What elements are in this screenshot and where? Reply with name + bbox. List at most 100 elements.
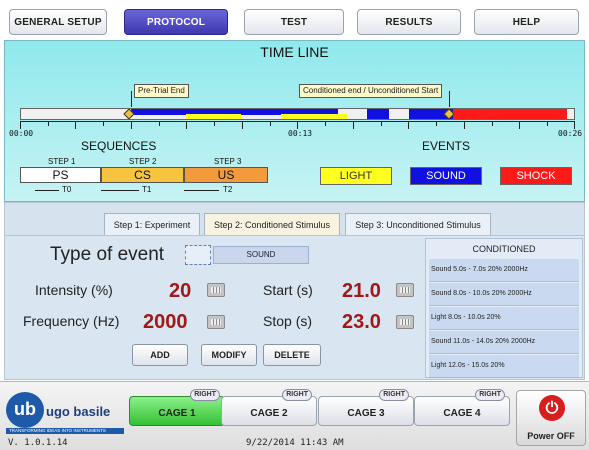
tick xyxy=(214,122,215,126)
keyboard-icon[interactable] xyxy=(207,315,225,329)
tick xyxy=(131,122,132,129)
tick xyxy=(270,122,271,126)
modify-button[interactable]: MODIFY xyxy=(201,344,257,366)
callout-pre-trial-end: Pre-Trial End xyxy=(134,84,189,98)
tab-general-setup[interactable]: GENERAL SETUP xyxy=(9,9,107,35)
sequence-us[interactable]: US xyxy=(184,167,268,183)
segment-light xyxy=(281,114,347,119)
timeline-panel: TIME LINE Pre-Trial End Conditioned end … xyxy=(4,40,585,202)
tick xyxy=(574,122,575,129)
keyboard-icon[interactable] xyxy=(396,315,414,329)
logo-mark: ub xyxy=(6,392,44,428)
callout-stem xyxy=(449,91,450,107)
tick xyxy=(547,122,548,126)
marker-t2: T2 xyxy=(223,185,233,194)
cage-3-label: CAGE 3 xyxy=(347,407,385,419)
events-title: EVENTS xyxy=(422,139,471,153)
tab-step-2[interactable]: Step 2: Conditioned Stimulus xyxy=(204,213,340,237)
cage-4-label: CAGE 4 xyxy=(443,407,481,419)
add-button[interactable]: ADD xyxy=(132,344,188,366)
callout-stem xyxy=(131,91,132,107)
tab-step-3[interactable]: Step 3: Unconditioned Stimulus xyxy=(345,213,491,237)
list-item[interactable]: Sound 8.0s - 10.0s 20% 2000Hz xyxy=(429,283,579,306)
event-type-square[interactable] xyxy=(185,245,211,265)
tick xyxy=(353,122,354,129)
sequences-title: SEQUENCES xyxy=(81,139,157,153)
tab-step-1[interactable]: Step 1: Experiment xyxy=(104,213,200,237)
event-sound[interactable]: SOUND xyxy=(410,167,482,185)
type-of-event-label: Type of event xyxy=(50,244,165,265)
event-light[interactable]: LIGHT xyxy=(320,167,392,185)
start-value[interactable]: 21.0 xyxy=(342,280,381,303)
tick xyxy=(408,122,409,129)
tick xyxy=(297,122,298,129)
callout-conditioned-end: Conditioned end / Unconditioned Start xyxy=(299,84,443,98)
list-item[interactable]: Sound 11.0s - 14.0s 20% 2000Hz xyxy=(429,331,579,354)
power-off-button[interactable]: ⏻ Power OFF xyxy=(516,390,586,446)
conditioned-header: CONDITIONED xyxy=(472,244,536,254)
arrow-t2 xyxy=(184,190,219,191)
power-off-label: Power OFF xyxy=(527,431,575,441)
intensity-label: Intensity (%) xyxy=(35,282,113,298)
tick xyxy=(20,122,21,129)
list-item[interactable]: Sound 5.0s - 7.0s 20% 2000Hz xyxy=(429,259,579,282)
cage-4-button[interactable]: CAGE 4 RIGHT xyxy=(414,389,510,426)
tick xyxy=(325,122,326,126)
power-icon: ⏻ xyxy=(539,395,565,421)
frequency-value[interactable]: 2000 xyxy=(143,311,188,334)
conditioned-list[interactable]: CONDITIONED Sound 5.0s - 7.0s 20% 2000Hz… xyxy=(425,238,583,378)
frequency-label: Frequency (Hz) xyxy=(23,313,120,329)
marker-t1: T1 xyxy=(142,185,152,194)
event-type-select[interactable]: SOUND xyxy=(213,246,309,264)
list-item[interactable]: Light 8.0s - 10.0s 20% xyxy=(429,307,579,330)
tick xyxy=(381,122,382,126)
logo-tagline: TRANSFORMING IDEAS INTO INSTRUMENTS xyxy=(6,428,124,434)
list-item[interactable]: Light 12.0s - 15.0s 20% xyxy=(429,355,579,378)
event-form-panel: Type of event SOUND Intensity (%) 20 Fre… xyxy=(4,235,585,380)
timeline-track[interactable] xyxy=(20,108,575,120)
tick xyxy=(436,122,437,126)
cage-1-label: CAGE 1 xyxy=(158,407,196,419)
version-label: V. 1.0.1.14 xyxy=(8,438,68,448)
logo-text: ugo basile xyxy=(46,404,111,419)
tick xyxy=(519,122,520,129)
tab-help[interactable]: HELP xyxy=(474,9,579,35)
segment-shock xyxy=(453,109,567,119)
keyboard-icon[interactable] xyxy=(396,283,414,297)
tab-results[interactable]: RESULTS xyxy=(357,9,461,35)
tick xyxy=(159,122,160,126)
keyboard-icon[interactable] xyxy=(207,283,225,297)
intensity-value[interactable]: 20 xyxy=(169,280,191,303)
sequence-ps[interactable]: PS xyxy=(20,167,101,183)
time-label-end: 00:26 xyxy=(558,129,583,138)
tick xyxy=(492,122,493,126)
segment-light xyxy=(186,114,241,119)
step-3-label: STEP 3 xyxy=(214,157,242,166)
ub-logo: ub ugo basile TRANSFORMING IDEAS INTO IN… xyxy=(6,392,124,434)
step-tabs: Step 1: Experiment Step 2: Conditioned S… xyxy=(4,202,585,237)
cage-2-label: CAGE 2 xyxy=(250,407,288,419)
time-label-start: 00:00 xyxy=(9,129,34,138)
tick xyxy=(186,122,187,129)
stop-value[interactable]: 23.0 xyxy=(342,311,381,334)
cage-1-button[interactable]: CAGE 1 RIGHT xyxy=(129,389,225,426)
tick xyxy=(103,122,104,126)
timeline-title: TIME LINE xyxy=(260,44,329,60)
tick xyxy=(48,122,49,126)
start-label: Start (s) xyxy=(263,282,313,298)
stop-label: Stop (s) xyxy=(263,313,313,329)
tab-protocol[interactable]: PROTOCOL xyxy=(124,9,228,35)
event-shock[interactable]: SHOCK xyxy=(500,167,572,185)
footer-bar: ub ugo basile TRANSFORMING IDEAS INTO IN… xyxy=(0,381,589,450)
arrow-t0 xyxy=(35,190,59,191)
tick xyxy=(75,122,76,129)
datetime-label: 9/22/2014 11:43 AM xyxy=(246,438,344,448)
tab-test[interactable]: TEST xyxy=(244,9,344,35)
cage-2-side-badge: RIGHT xyxy=(282,389,312,401)
cage-2-button[interactable]: CAGE 2 RIGHT xyxy=(221,389,317,426)
sequence-cs[interactable]: CS xyxy=(101,167,184,183)
cage-3-button[interactable]: CAGE 3 RIGHT xyxy=(318,389,414,426)
time-label-mid: 00:13 xyxy=(288,129,313,138)
step-1-label: STEP 1 xyxy=(48,157,76,166)
delete-button[interactable]: DELETE xyxy=(263,344,321,366)
